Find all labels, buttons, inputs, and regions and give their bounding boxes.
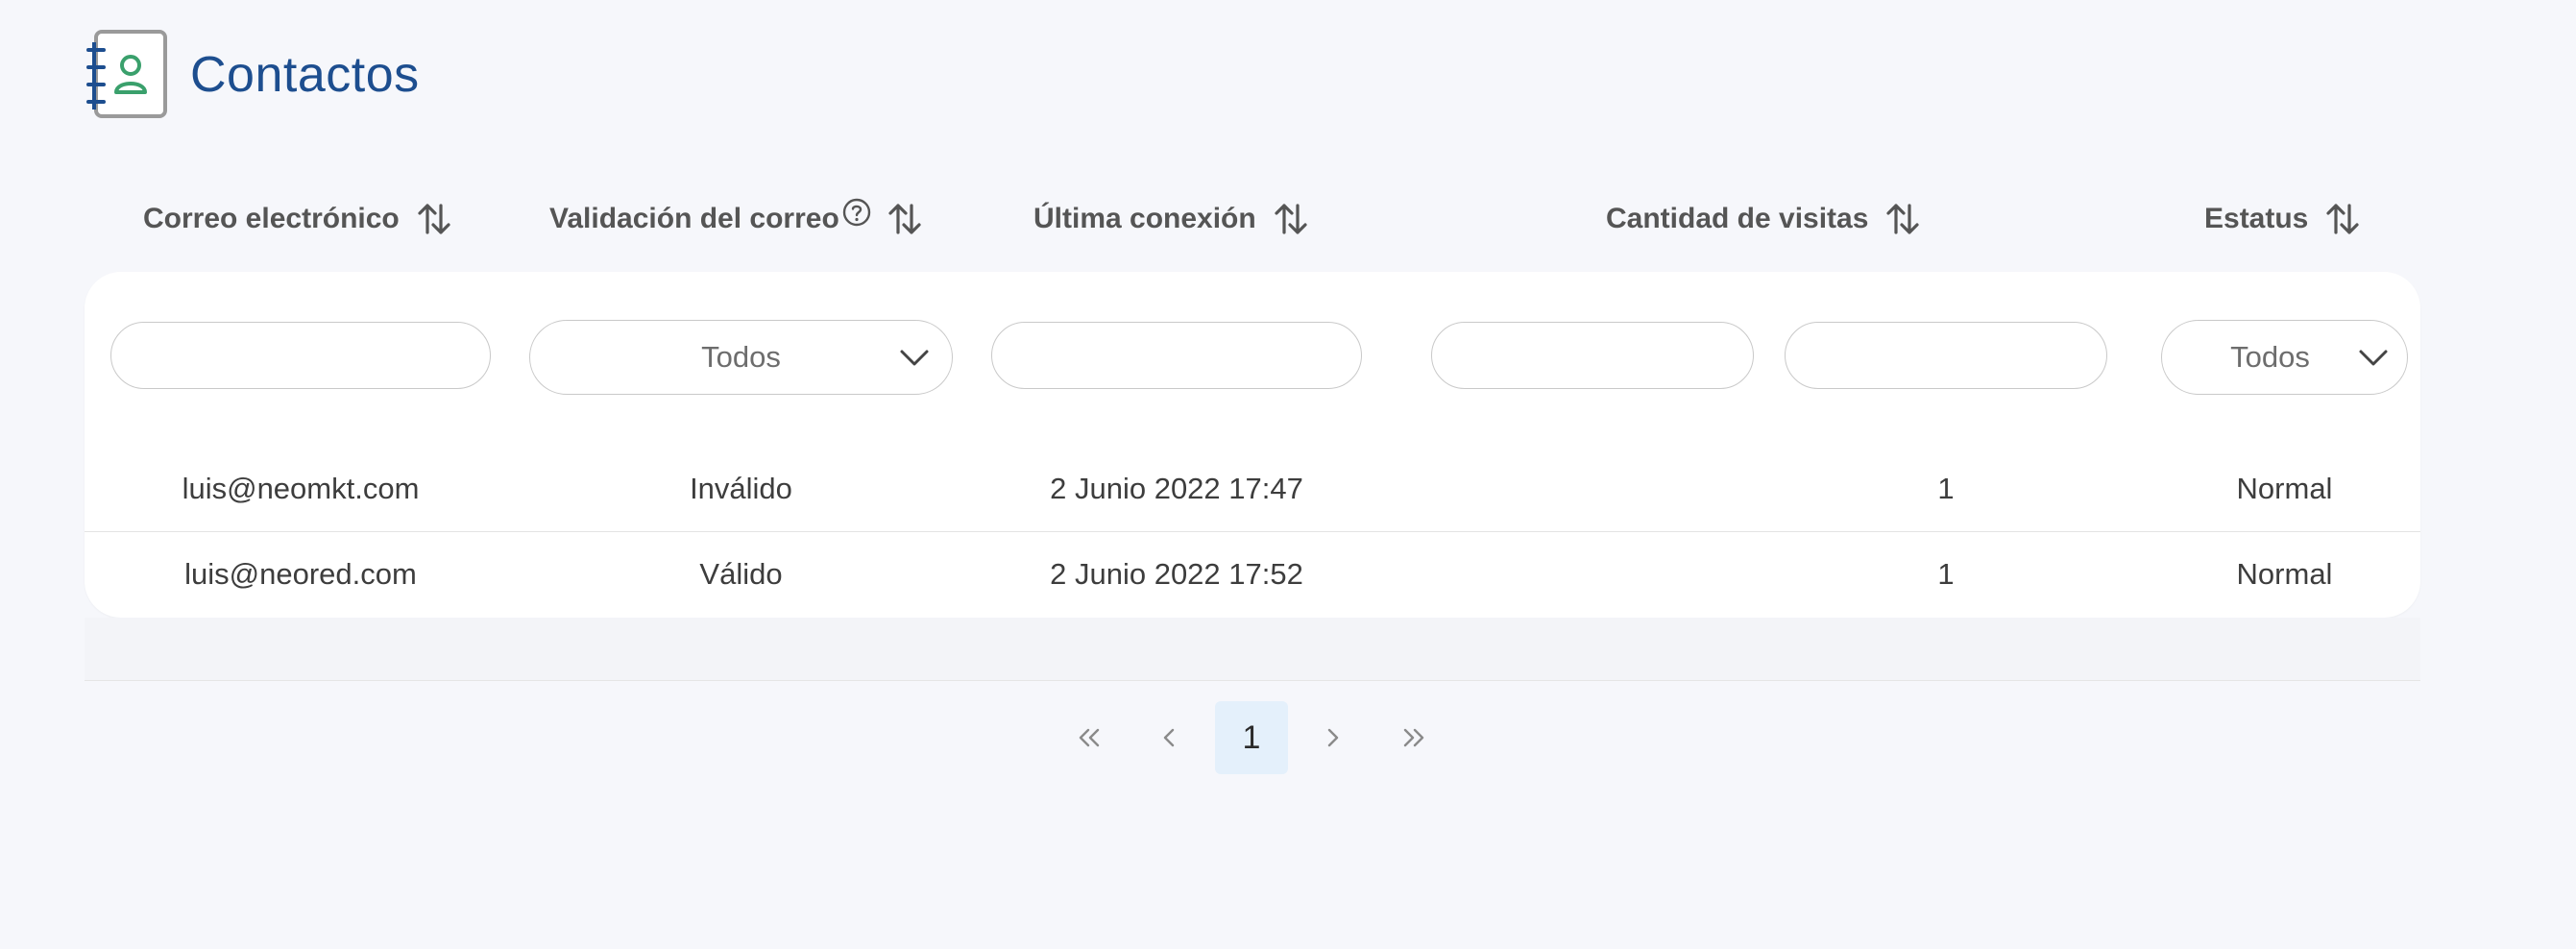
page-title: Contactos: [190, 47, 420, 103]
header-visits[interactable]: Cantidad de visitas: [1606, 190, 1922, 248]
chevron-down-icon: [2359, 350, 2388, 366]
status-filter-value: Todos: [2230, 340, 2310, 374]
header-status-label: Estatus: [2204, 203, 2309, 234]
double-chevron-left-icon: [1079, 728, 1100, 747]
header-validation-label: Validación del correo: [549, 203, 839, 234]
last-page-button[interactable]: [1377, 701, 1450, 774]
header-visits-label: Cantidad de visitas: [1606, 203, 1869, 234]
table-header: Correo electrónico Validación del correo…: [85, 190, 2420, 248]
chevron-down-icon: [900, 350, 929, 366]
next-page-button[interactable]: [1296, 701, 1369, 774]
cell-last-connection: 2 Junio 2022 17:47: [1050, 472, 1303, 505]
table-row[interactable]: luis@neomkt.com Inválido 2 Junio 2022 17…: [85, 447, 2420, 532]
cell-visits: 1: [1937, 557, 1955, 591]
validation-filter-value: Todos: [701, 340, 781, 374]
contact-book-icon: [86, 29, 179, 121]
table-row[interactable]: luis@neored.com Válido 2 Junio 2022 17:5…: [85, 532, 2420, 617]
cell-last-connection: 2 Junio 2022 17:52: [1050, 557, 1303, 591]
double-chevron-right-icon: [1403, 728, 1424, 747]
header-last-connection[interactable]: Última conexión: [1033, 190, 1310, 248]
chevron-left-icon: [1163, 728, 1175, 747]
header-email-validation[interactable]: Validación del correo: [549, 190, 924, 248]
cell-email: luis@neored.com: [184, 557, 417, 591]
cell-status: Normal: [2236, 557, 2333, 591]
sort-icon[interactable]: [2323, 200, 2362, 238]
visits-min-filter-input[interactable]: [1431, 322, 1754, 389]
last-connection-filter-input[interactable]: [991, 322, 1362, 389]
question-circle-icon[interactable]: [841, 197, 872, 228]
header-status[interactable]: Estatus: [2204, 190, 2362, 248]
cell-validation: Inválido: [690, 472, 792, 505]
cell-validation: Válido: [699, 557, 783, 591]
contacts-table: Todos Todos luis@neomkt.com Inválido 2 J…: [85, 272, 2420, 618]
page-button-current[interactable]: 1: [1215, 701, 1288, 774]
sort-icon[interactable]: [1272, 200, 1310, 238]
sort-icon[interactable]: [415, 200, 453, 238]
sort-icon[interactable]: [886, 200, 924, 238]
header-email-label: Correo electrónico: [143, 203, 400, 234]
header-last-connection-label: Última conexión: [1033, 203, 1256, 234]
email-filter-input[interactable]: [110, 322, 491, 389]
sort-icon[interactable]: [1883, 200, 1922, 238]
page-header: Contactos: [86, 29, 420, 121]
visits-max-filter-input[interactable]: [1785, 322, 2107, 389]
first-page-button[interactable]: [1053, 701, 1126, 774]
status-filter-select[interactable]: Todos: [2161, 320, 2408, 395]
chevron-right-icon: [1327, 728, 1339, 747]
prev-page-button[interactable]: [1133, 701, 1206, 774]
header-email[interactable]: Correo electrónico: [143, 190, 453, 248]
pagination: 1: [0, 701, 2576, 774]
cell-visits: 1: [1937, 472, 1955, 505]
cell-status: Normal: [2236, 472, 2333, 505]
divider: [85, 680, 2420, 681]
validation-filter-select[interactable]: Todos: [529, 320, 953, 395]
cell-email: luis@neomkt.com: [182, 472, 420, 505]
table-footer-area: [85, 618, 2420, 680]
